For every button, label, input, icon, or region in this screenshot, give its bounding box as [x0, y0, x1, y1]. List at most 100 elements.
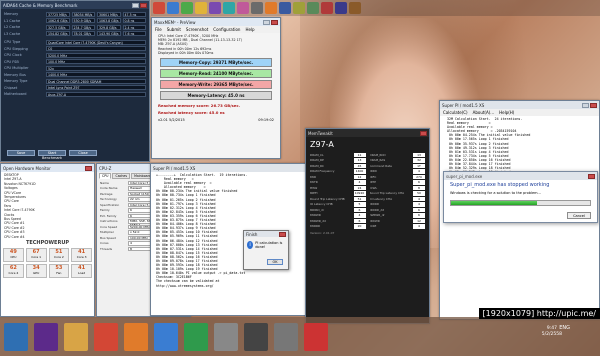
timing-value[interactable]: 45	[353, 163, 366, 168]
minimize-icon[interactable]	[132, 2, 139, 8]
app-icon-13[interactable]	[321, 2, 333, 14]
app-icon-14[interactable]	[335, 2, 347, 14]
info-icon: i	[247, 241, 254, 249]
timing-value[interactable]: 6	[413, 180, 425, 185]
tab-cpu[interactable]: CPU	[99, 173, 112, 179]
timing-value[interactable]: 4	[353, 180, 366, 185]
taskbar-chrome-icon[interactable]	[94, 322, 118, 351]
taskbar-explorer-icon[interactable]	[64, 322, 88, 351]
taskbar-tool-3-icon[interactable]	[304, 322, 328, 351]
timing-value[interactable]: 4	[413, 169, 425, 174]
timing-value[interactable]: 12	[413, 218, 425, 223]
app-icon-8[interactable]	[251, 2, 263, 14]
close-icon[interactable]	[85, 165, 92, 171]
app-icon-5[interactable]	[209, 2, 221, 14]
menu-item[interactable]: Configuration	[213, 27, 240, 32]
memtweakit-titlebar[interactable]: MemTweakIt	[306, 129, 429, 137]
taskbar-media-icon[interactable]	[184, 322, 208, 351]
menu-item[interactable]: Screenshot	[186, 27, 208, 32]
app-icon-3[interactable]	[181, 2, 193, 14]
minimize-icon[interactable]	[263, 19, 270, 25]
tab-caches[interactable]: Caches	[112, 173, 131, 179]
timing-value[interactable]: 11	[353, 152, 366, 157]
taskbar-tool-2-icon[interactable]	[274, 322, 298, 351]
close-icon[interactable]	[590, 102, 597, 108]
ok-button[interactable]: OK	[267, 259, 283, 265]
aida64-window[interactable]: AIDA64 Cache & Memory Benchmark Memory 37…	[0, 0, 150, 162]
app-icon-11[interactable]	[293, 2, 305, 14]
hardware-monitor-window[interactable]: Open Hardware Monitor DESKTOP Intel Z97-A…	[0, 163, 95, 317]
timing-value[interactable]: 13	[353, 158, 366, 163]
timing-value[interactable]: 20	[353, 224, 366, 229]
timing-value[interactable]: 1T	[413, 163, 425, 168]
row-label: L2 Cache	[4, 25, 21, 30]
info-label: Motherboard	[4, 92, 27, 97]
timing-value[interactable]: 6	[353, 218, 366, 223]
timing-value[interactable]: 50	[413, 191, 425, 196]
menu-item[interactable]: Calculate(C)	[443, 110, 468, 115]
app-icon-2[interactable]	[167, 2, 179, 14]
timing-value[interactable]: 24	[353, 185, 366, 190]
app-icon-10[interactable]	[279, 2, 291, 14]
timing-value[interactable]: 10920	[353, 191, 366, 196]
app-icon-1[interactable]	[153, 2, 165, 14]
menu-item[interactable]: File	[155, 27, 162, 32]
hwmon-titlebar[interactable]: Open Hardware Monitor	[1, 164, 94, 172]
timing-value[interactable]: 13	[413, 152, 425, 157]
finish-dialog[interactable]: Finish i PI calculation is done! OK	[243, 230, 289, 270]
menu-item[interactable]: About(A)...	[473, 110, 495, 115]
stopped-dialog-titlebar[interactable]: super_pi_mod.exe	[444, 172, 597, 180]
maxxmem-titlebar[interactable]: MaxxMEM² - PreView	[152, 18, 280, 26]
timing-value[interactable]: 5	[353, 202, 366, 207]
app-icon-7[interactable]	[237, 2, 249, 14]
aida64-titlebar[interactable]: AIDA64 Cache & Memory Benchmark	[1, 1, 149, 9]
app-icon-15[interactable]	[349, 2, 361, 14]
tree-item[interactable]: CPU Core #4	[4, 235, 91, 239]
menu-item[interactable]: Help	[245, 27, 254, 32]
stopped-working-dialog[interactable]: super_pi_mod.exe Super_pi_mod.exe has st…	[443, 171, 598, 223]
app-icon-9[interactable]	[265, 2, 277, 14]
close-icon[interactable]	[279, 231, 286, 237]
aida-button-0[interactable]: Save	[7, 150, 35, 156]
taskbar-superpi-icon[interactable]	[214, 322, 238, 351]
close-icon[interactable]	[140, 2, 147, 8]
superpi-right-titlebar[interactable]: Super PI / mod1.5 XS	[440, 101, 599, 109]
timing-value[interactable]: 8	[413, 185, 425, 190]
taskbar-app-violet-icon[interactable]	[34, 322, 58, 351]
timing-value[interactable]: 270	[413, 174, 425, 179]
timing-value[interactable]: 4	[413, 196, 425, 201]
aida-button-2[interactable]: Close	[69, 150, 97, 156]
timing-value[interactable]: 6	[413, 213, 425, 218]
timing-value[interactable]: 4	[413, 202, 425, 207]
timing-value[interactable]: 1400	[353, 169, 366, 174]
close-icon[interactable]	[420, 130, 427, 136]
timing-value[interactable]: 4	[353, 213, 366, 218]
close-icon[interactable]	[588, 173, 595, 179]
timing-value[interactable]: 51	[353, 196, 366, 201]
timing-value[interactable]: 4	[413, 224, 425, 229]
app-icon-12[interactable]	[307, 2, 319, 14]
close-icon[interactable]	[271, 19, 278, 25]
cancel-button[interactable]: Cancel	[567, 212, 591, 219]
taskbar-start-icon[interactable]	[4, 322, 28, 351]
clock[interactable]: 9:47 5/2/2558	[542, 326, 562, 338]
minimize-icon[interactable]	[582, 102, 589, 108]
row-label: L3 Cache	[4, 31, 21, 36]
timing-value[interactable]: 6	[413, 207, 425, 212]
memtweakit-window[interactable]: MemTweakIt Z97-A DRAM_CL 11 DRAM_RCD 13 DRAM…	[305, 128, 430, 324]
timing-value[interactable]: 32	[413, 158, 425, 163]
menu-item[interactable]: Help(H)	[499, 110, 514, 115]
taskbar-tool-1-icon[interactable]	[244, 322, 268, 351]
taskbar-firefox-icon[interactable]	[124, 322, 148, 351]
dialog-title: super_pi_mod.exe	[446, 173, 483, 179]
app-icon-4[interactable]	[195, 2, 207, 14]
menu-item[interactable]: Submit	[167, 27, 181, 32]
taskbar-ie-icon[interactable]	[154, 322, 178, 351]
maxxmem-window[interactable]: MaxxMEM² - PreView File Submit Screenshot C…	[151, 17, 281, 159]
app-icon-6[interactable]	[223, 2, 235, 14]
result-cell: 7.6 ns	[122, 31, 146, 37]
aida-button-1[interactable]: Start Benchmark	[38, 150, 66, 160]
superpi-right-window[interactable]: Super PI / mod1.5 XS Calculate(C) About(A…	[439, 100, 600, 320]
timing-value[interactable]: 12	[353, 174, 366, 179]
timing-value[interactable]: 6	[353, 207, 366, 212]
